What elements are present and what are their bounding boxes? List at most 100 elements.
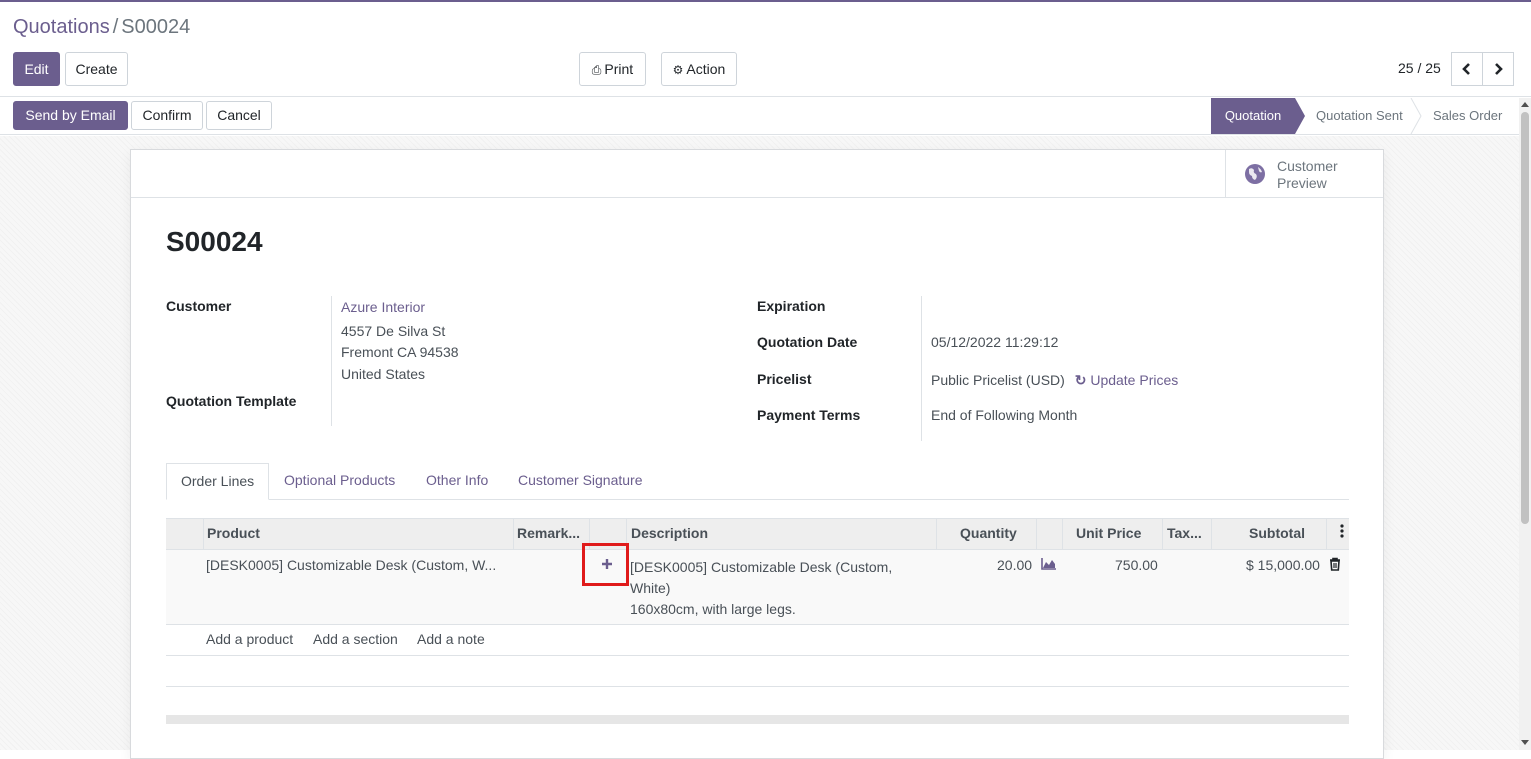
- row-unit-price[interactable]: 750.00: [1115, 557, 1158, 573]
- customer-preview-label: Customer Preview: [1277, 158, 1338, 192]
- tab-order-lines[interactable]: Order Lines: [166, 463, 270, 500]
- column-taxes[interactable]: Tax...: [1167, 519, 1209, 550]
- address-line-1: 4557 De Silva St: [341, 323, 446, 339]
- stage-quotation-sent[interactable]: Quotation Sent: [1316, 98, 1403, 134]
- scrollbar-thumb[interactable]: [1521, 112, 1529, 524]
- row-product[interactable]: [DESK0005] Customizable Desk (Custom, W.…: [206, 557, 496, 573]
- pricelist-label: Pricelist: [757, 371, 812, 387]
- stage-arrow-active: [1295, 98, 1305, 134]
- expiration-label: Expiration: [757, 298, 826, 314]
- empty-row: [166, 656, 1349, 687]
- column-separator: [1326, 519, 1327, 550]
- optional-columns-toggle[interactable]: [1337, 519, 1347, 550]
- column-subtotal[interactable]: Subtotal: [1249, 519, 1319, 550]
- pager-previous-button[interactable]: [1451, 52, 1483, 86]
- pricelist-value: Public Pricelist (USD) ↻ Update Prices: [931, 372, 1178, 389]
- print-icon: ⎙: [591, 63, 602, 77]
- stage-quotation[interactable]: Quotation: [1211, 98, 1295, 134]
- tab-optional-products[interactable]: Optional Products: [284, 463, 395, 500]
- chevron-left-icon: [1462, 63, 1470, 75]
- quotation-date-label: Quotation Date: [757, 334, 858, 350]
- quotation-date-value[interactable]: 05/12/2022 11:29:12: [931, 334, 1058, 350]
- row-description-line2: White): [630, 580, 671, 596]
- quotation-template-field[interactable]: [341, 393, 701, 411]
- form-sheet: Customer Preview S00024 Customer Azure I…: [130, 149, 1384, 759]
- scroll-up-arrow-icon[interactable]: [1521, 101, 1529, 107]
- customer-label: Customer: [166, 298, 232, 314]
- stage-sales-order[interactable]: Sales Order: [1433, 98, 1502, 134]
- record-title: S00024: [166, 226, 263, 257]
- tab-other-info[interactable]: Other Info: [426, 463, 488, 500]
- address-line-2: Fremont CA 94538: [341, 344, 459, 360]
- right-group-divider: [921, 296, 922, 441]
- row-description-line1: [DESK0005] Customizable Desk (Custom,: [630, 559, 893, 575]
- trash-icon: [1330, 557, 1340, 571]
- expiration-field[interactable]: [931, 298, 1231, 316]
- gear-icon: ⚙: [672, 63, 684, 77]
- column-remarks[interactable]: Remark...: [517, 519, 587, 550]
- column-separator: [513, 519, 514, 550]
- payment-terms-value[interactable]: End of Following Month: [931, 407, 1077, 423]
- row-description-line3: 160x80cm, with large legs.: [630, 601, 796, 617]
- chevron-right-icon: [1495, 63, 1503, 75]
- highlight-box: [582, 543, 629, 586]
- forecast-button[interactable]: [1041, 557, 1057, 573]
- delete-row-button[interactable]: [1329, 557, 1341, 574]
- column-separator: [203, 519, 204, 550]
- add-section-link[interactable]: Add a section: [313, 631, 398, 647]
- row-quantity[interactable]: 20.00: [997, 557, 1032, 573]
- stage-arrow-divider: [1410, 98, 1422, 134]
- tab-customer-signature[interactable]: Customer Signature: [518, 463, 643, 500]
- breadcrumb-quotations-link[interactable]: Quotations: [13, 16, 110, 38]
- add-product-link[interactable]: Add a product: [206, 631, 293, 647]
- print-button[interactable]: ⎙ Print: [579, 52, 646, 86]
- row-description[interactable]: [DESK0005] Customizable Desk (Custom, Wh…: [630, 557, 892, 620]
- payment-terms-label: Payment Terms: [757, 407, 861, 423]
- add-line-row: Add a product Add a section Add a note: [166, 625, 1349, 656]
- update-prices-button[interactable]: ↻ Update Prices: [1075, 372, 1179, 388]
- left-group-divider: [331, 296, 332, 426]
- globe-icon: [1245, 164, 1265, 184]
- column-separator: [1062, 519, 1063, 550]
- address-line-3: United States: [341, 366, 426, 382]
- send-by-email-button[interactable]: Send by Email: [13, 101, 128, 130]
- column-unit-price[interactable]: Unit Price: [1076, 519, 1166, 550]
- pricelist-link[interactable]: Public Pricelist (USD): [931, 372, 1065, 388]
- column-separator: [1036, 519, 1037, 550]
- button-box: Customer Preview: [131, 150, 1383, 198]
- print-label: Print: [604, 61, 634, 77]
- update-prices-label: Update Prices: [1090, 372, 1179, 388]
- pager-value[interactable]: 25 / 25: [1398, 60, 1441, 76]
- scroll-down-arrow-icon[interactable]: [1521, 740, 1529, 746]
- status-bar: Send by Email Confirm Cancel Quotation Q…: [0, 98, 1519, 135]
- action-label: Action: [686, 61, 726, 77]
- cancel-button[interactable]: Cancel: [206, 101, 272, 130]
- breadcrumb-current: S00024: [121, 16, 191, 38]
- confirm-button[interactable]: Confirm: [131, 101, 203, 130]
- customer-preview-button[interactable]: Customer Preview: [1225, 150, 1383, 198]
- pager-next-button[interactable]: [1482, 52, 1514, 86]
- area-chart-icon: [1041, 558, 1056, 570]
- kebab-icon: [1340, 524, 1344, 538]
- column-separator: [1211, 519, 1212, 550]
- notebook-tabs: Order Lines Optional Products Other Info…: [166, 463, 1349, 500]
- table-row[interactable]: [DESK0005] Customizable Desk (Custom, W.…: [166, 550, 1349, 625]
- row-subtotal: $ 15,000.00: [1246, 557, 1320, 573]
- page-scrollbar[interactable]: [1519, 98, 1531, 750]
- quotation-template-label: Quotation Template: [166, 393, 297, 409]
- create-button[interactable]: Create: [65, 52, 128, 86]
- customer-preview-line1: Customer: [1277, 158, 1338, 174]
- table-footer: [166, 715, 1349, 724]
- edit-button[interactable]: Edit: [13, 52, 60, 86]
- action-button[interactable]: ⚙ Action: [661, 52, 737, 86]
- add-note-link[interactable]: Add a note: [417, 631, 485, 647]
- breadcrumb: Quotations / S00024: [13, 16, 190, 39]
- column-quantity[interactable]: Quantity: [960, 519, 1020, 550]
- refresh-icon: ↻: [1074, 372, 1087, 388]
- column-description[interactable]: Description: [631, 519, 931, 550]
- column-product[interactable]: Product: [207, 519, 507, 550]
- column-separator: [1162, 519, 1163, 550]
- customer-link[interactable]: Azure Interior: [341, 299, 425, 315]
- breadcrumb-separator: /: [112, 16, 119, 38]
- order-lines-header: Product Remark... Description Quantity U…: [166, 518, 1349, 550]
